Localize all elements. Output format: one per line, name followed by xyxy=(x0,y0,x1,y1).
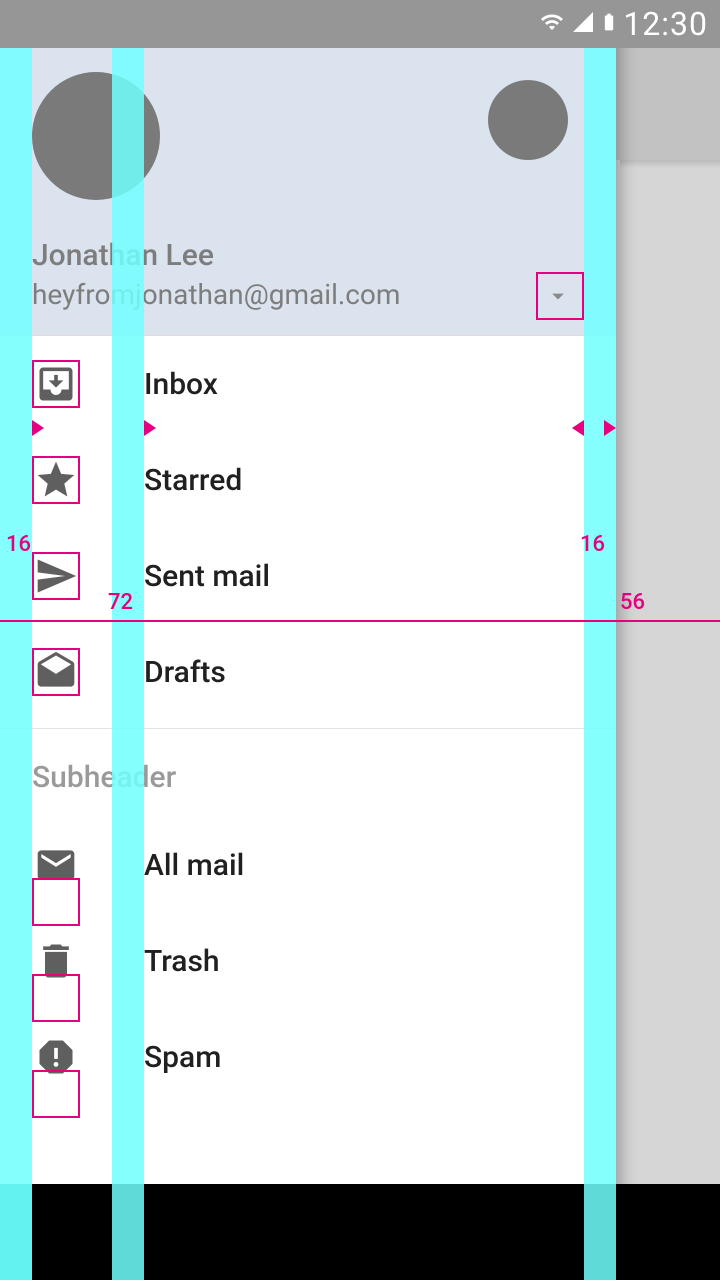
inbox-icon xyxy=(32,360,80,408)
nav-item-label: Inbox xyxy=(144,367,218,402)
nav-item-label: All mail xyxy=(144,848,244,883)
nav-item-inbox[interactable]: Inbox xyxy=(0,336,616,432)
list-subheader: Subheader xyxy=(0,737,616,817)
trash-icon xyxy=(32,937,80,985)
report-icon xyxy=(32,1033,80,1081)
account-name: Jonathan Lee xyxy=(32,238,214,273)
nav-item-label: Starred xyxy=(144,463,242,498)
avatar-primary[interactable] xyxy=(32,72,160,200)
navigation-drawer: Jonathan Lee heyfromjonathan@gmail.com I… xyxy=(0,0,616,1280)
nav-item-trash[interactable]: Trash xyxy=(0,913,616,1009)
nav-item-label: Drafts xyxy=(144,655,226,690)
account-switcher[interactable] xyxy=(540,280,576,316)
nav-item-label: Spam xyxy=(144,1040,221,1075)
mail-icon xyxy=(32,841,80,889)
battery-icon xyxy=(599,8,619,40)
nav-item-spam[interactable]: Spam xyxy=(0,1009,616,1105)
status-clock: 12:30 xyxy=(623,5,708,43)
nav-item-drafts[interactable]: Drafts xyxy=(0,624,616,720)
subheader-label: Subheader xyxy=(32,760,176,795)
account-email: heyfromjonathan@gmail.com xyxy=(32,278,400,311)
nav-item-label: Sent mail xyxy=(144,559,270,594)
star-icon xyxy=(32,456,80,504)
send-icon xyxy=(32,552,80,600)
nav-item-label: Trash xyxy=(144,944,220,979)
wifi-icon xyxy=(537,10,567,38)
cell-signal-icon xyxy=(571,10,595,38)
system-nav-bar xyxy=(32,1184,720,1280)
nav-item-allmail[interactable]: All mail xyxy=(0,817,616,913)
caret-down-icon xyxy=(544,282,572,314)
list-divider xyxy=(0,728,616,729)
redline-label-gap: 56 xyxy=(620,590,645,615)
drawer-list: Inbox Starred Sent mail Drafts Subheader xyxy=(0,336,616,1105)
status-bar: 12:30 xyxy=(0,0,720,48)
nav-item-starred[interactable]: Starred xyxy=(0,432,616,528)
nav-item-sent[interactable]: Sent mail xyxy=(0,528,616,624)
drafts-icon xyxy=(32,648,80,696)
drawer-header: Jonathan Lee heyfromjonathan@gmail.com xyxy=(0,0,616,336)
card-shadow xyxy=(620,160,720,168)
avatar-secondary[interactable] xyxy=(488,80,568,160)
